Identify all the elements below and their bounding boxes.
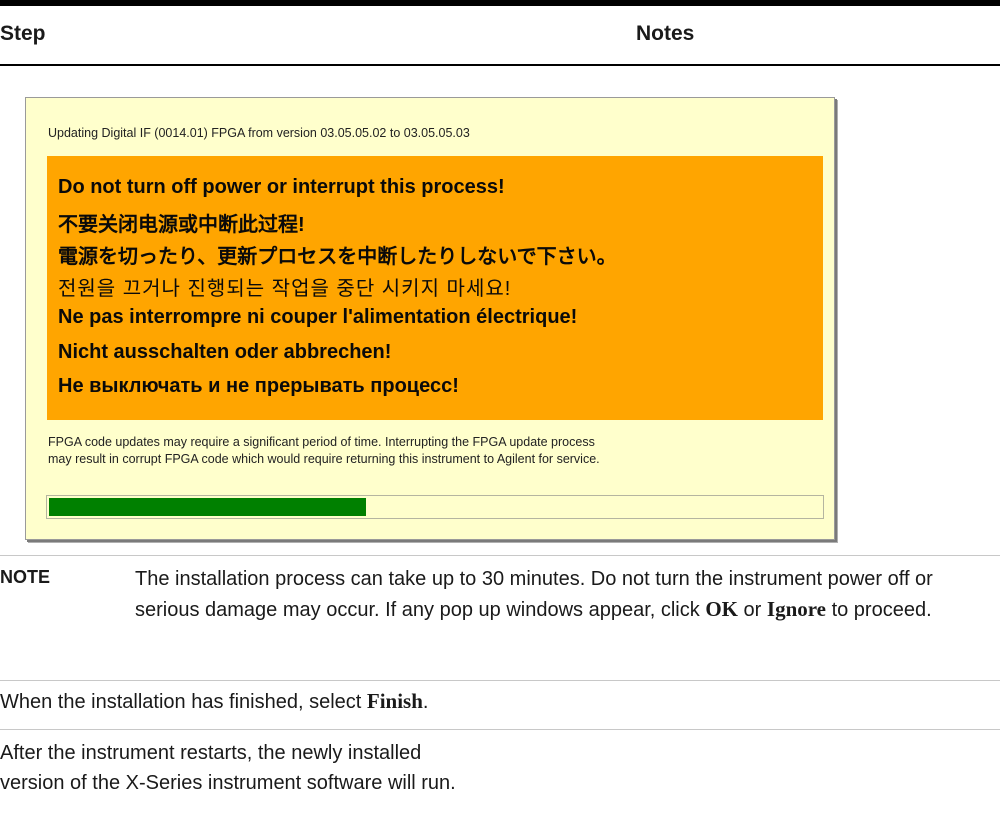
top-rule	[0, 0, 1000, 6]
rule-before-finish	[0, 680, 1000, 681]
note-label: NOTE	[0, 567, 51, 587]
finish-text-before: When the installation has finished, sele…	[0, 691, 367, 713]
restart-line-1: After the instrument restarts, the newly…	[0, 742, 422, 764]
rule-before-note	[0, 555, 1000, 556]
note-text-end: to proceed.	[826, 599, 932, 621]
dialog-title: Updating Digital IF (0014.01) FPGA from …	[48, 126, 470, 140]
note-text-or: or	[737, 599, 767, 621]
step-column-header: Step	[0, 22, 46, 45]
dialog-info-line-2: may result in corrupt FPGA code which wo…	[48, 452, 600, 466]
finish-keyword: Finish	[366, 689, 423, 713]
warning-chinese: 不要关闭电源或中断此过程!	[58, 214, 305, 236]
notes-column-header: Notes	[636, 22, 695, 45]
warning-korean: 전원을 끄거나 진행되는 작업을 중단 시키지 마세요!	[58, 278, 512, 300]
rule-before-restart	[0, 729, 1000, 730]
dialog-info: FPGA code updates may require a signific…	[48, 434, 818, 468]
header-rule	[0, 64, 1000, 66]
finish-step-text: When the installation has finished, sele…	[0, 686, 428, 717]
warning-english: Do not turn off power or interrupt this …	[58, 176, 505, 198]
warning-german: Nicht ausschalten oder abbrechen!	[58, 341, 392, 363]
warning-box: Do not turn off power or interrupt this …	[47, 156, 823, 420]
finish-text-after: .	[422, 691, 429, 713]
progress-bar-fill	[49, 498, 366, 516]
note-text: The installation process can take up to …	[135, 564, 985, 625]
ok-keyword: OK	[705, 597, 738, 621]
ignore-keyword: Ignore	[766, 597, 827, 621]
restart-step-text: After the instrument restarts, the newly…	[0, 738, 456, 798]
warning-japanese: 電源を切ったり、更新プロセスを中断したりしないで下さい。	[58, 246, 617, 268]
warning-russian: Не выключать и не прерывать процесс!	[58, 375, 459, 397]
fpga-update-dialog-screenshot: Updating Digital IF (0014.01) FPGA from …	[25, 97, 835, 540]
warning-french: Ne pas interrompre ni couper l'alimentat…	[58, 306, 578, 328]
dialog-info-line-1: FPGA code updates may require a signific…	[48, 435, 595, 449]
restart-line-2: version of the X-Series instrument softw…	[0, 772, 456, 794]
progress-bar	[46, 495, 824, 519]
